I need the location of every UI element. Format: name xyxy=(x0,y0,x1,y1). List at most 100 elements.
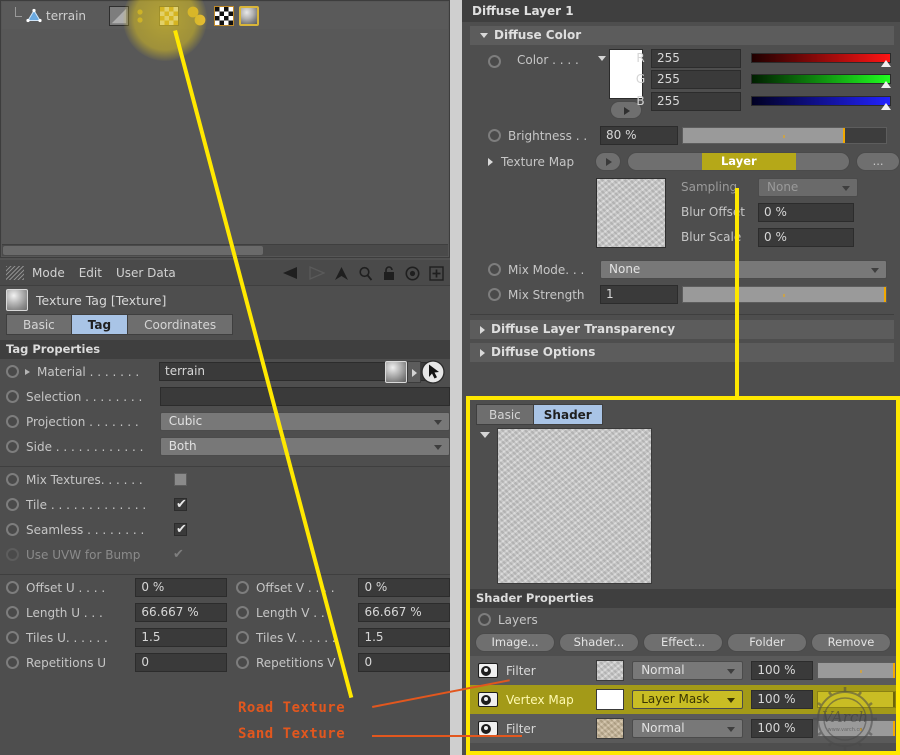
checkbox-seamless[interactable]: ✔ xyxy=(174,523,187,536)
layer-row[interactable]: Filter Normal 100 % xyxy=(470,656,896,685)
record-icon[interactable] xyxy=(405,266,420,281)
field-brightness[interactable]: 80 % xyxy=(600,126,678,145)
layer-swatch[interactable] xyxy=(596,718,624,739)
slider-brightness[interactable] xyxy=(682,127,887,144)
tab-coordinates[interactable]: Coordinates xyxy=(127,314,233,335)
animate-dot-repetitions-u[interactable] xyxy=(6,656,19,669)
shader-button[interactable]: Shader... xyxy=(559,633,639,652)
tag-spheres[interactable] xyxy=(185,2,209,29)
slider-knob[interactable] xyxy=(881,81,891,88)
texture-map-menu-button[interactable] xyxy=(595,152,621,171)
checkbox-tile[interactable]: ✔ xyxy=(174,498,187,511)
tag-checker-yellow[interactable] xyxy=(159,2,179,29)
field-offset-v[interactable]: 0 % xyxy=(358,578,450,597)
menu-mode[interactable]: Mode xyxy=(32,266,65,280)
animate-dot-material[interactable] xyxy=(6,365,19,378)
menu-edit[interactable]: Edit xyxy=(79,266,102,280)
tab-shader[interactable]: Shader xyxy=(533,404,603,425)
visibility-eye-icon[interactable] xyxy=(478,692,498,707)
remove-button[interactable]: Remove xyxy=(811,633,891,652)
animate-dot-mix-textures[interactable] xyxy=(6,473,19,486)
slider-channel-b[interactable] xyxy=(751,96,891,106)
field-repetitions-u[interactable]: 0 xyxy=(135,653,227,672)
layer-swatch[interactable] xyxy=(596,689,624,710)
animate-dot-tiles-u[interactable] xyxy=(6,631,19,644)
layer-opacity-slider[interactable] xyxy=(817,662,896,679)
texture-map-field[interactable]: Layer xyxy=(627,152,850,171)
slider-handle[interactable] xyxy=(893,663,895,678)
layer-opacity-slider[interactable] xyxy=(817,691,896,708)
slider-channel-g[interactable] xyxy=(751,74,891,84)
section-diffuse-options[interactable]: Diffuse Options xyxy=(470,343,894,362)
animate-dot-tile[interactable] xyxy=(6,498,19,511)
folder-button[interactable]: Folder xyxy=(727,633,807,652)
material-menu-button[interactable] xyxy=(407,361,421,383)
field-mix-strength[interactable]: 1 xyxy=(600,285,678,304)
texture-preview-thumbnail[interactable] xyxy=(596,178,666,248)
diffuse-color-section-header[interactable]: Diffuse Color xyxy=(470,26,894,45)
shader-preview-thumbnail[interactable] xyxy=(497,428,652,584)
menu-user-data[interactable]: User Data xyxy=(116,266,176,280)
layer-opacity-slider[interactable] xyxy=(817,720,896,737)
layer-opacity-field[interactable]: 100 % xyxy=(751,661,812,680)
field-tiles-v[interactable]: 1.5 xyxy=(358,628,450,647)
search-icon[interactable] xyxy=(358,266,373,281)
chevron-down-icon[interactable] xyxy=(598,56,606,61)
image-button[interactable]: Image... xyxy=(475,633,555,652)
animate-dot-repetitions-v[interactable] xyxy=(236,656,249,669)
chevron-down-icon[interactable] xyxy=(480,432,490,438)
field-selection[interactable] xyxy=(160,387,450,406)
material-thumb-icon[interactable] xyxy=(385,361,407,383)
layer-opacity-field[interactable]: 100 % xyxy=(751,690,812,709)
animate-dot-offset-v[interactable] xyxy=(236,581,249,594)
tag-dots[interactable] xyxy=(135,2,145,29)
panel-divider[interactable] xyxy=(450,0,462,755)
lock-icon[interactable] xyxy=(382,266,396,281)
combo-projection[interactable]: Cubic xyxy=(160,412,450,431)
visibility-eye-icon[interactable] xyxy=(478,663,498,678)
field-repetitions-v[interactable]: 0 xyxy=(358,653,450,672)
layer-row[interactable]: Vertex Map Layer Mask 100 % xyxy=(470,685,896,714)
layer-opacity-field[interactable]: 100 % xyxy=(751,719,812,738)
field-blur-scale[interactable]: 0 % xyxy=(758,228,854,247)
expand-arrow-icon[interactable] xyxy=(25,369,30,375)
animate-dot-tiles-v[interactable] xyxy=(236,631,249,644)
slider-handle[interactable] xyxy=(884,287,886,302)
slider-channel-r[interactable] xyxy=(751,53,891,63)
effect-button[interactable]: Effect... xyxy=(643,633,723,652)
animate-dot-projection[interactable] xyxy=(6,415,19,428)
field-length-u[interactable]: 66.667 % xyxy=(135,603,227,622)
slider-mix-strength[interactable] xyxy=(682,286,887,303)
checkbox-mix-textures[interactable] xyxy=(174,473,187,486)
animate-dot-brightness[interactable] xyxy=(488,129,501,142)
texture-map-browse-button[interactable]: ... xyxy=(856,152,900,171)
chevron-right-icon[interactable] xyxy=(488,158,493,166)
add-icon[interactable] xyxy=(429,266,444,281)
visibility-eye-icon[interactable] xyxy=(478,721,498,736)
animate-dot-length-u[interactable] xyxy=(6,606,19,619)
tag-material-sphere[interactable] xyxy=(239,2,259,29)
layer-blend-mode[interactable]: Normal xyxy=(632,719,743,738)
pick-cursor-icon[interactable] xyxy=(421,360,445,384)
animate-dot-selection[interactable] xyxy=(6,390,19,403)
tag-shading[interactable] xyxy=(109,2,129,29)
field-length-v[interactable]: 66.667 % xyxy=(358,603,450,622)
scrollbar-thumb[interactable] xyxy=(3,246,263,255)
tab-tag[interactable]: Tag xyxy=(71,314,127,335)
back-arrow-icon[interactable] xyxy=(282,266,299,280)
section-diffuse-layer-transparency[interactable]: Diffuse Layer Transparency xyxy=(470,320,894,339)
layer-row[interactable]: Filter Normal 100 % xyxy=(470,714,896,743)
animate-dot-layers[interactable] xyxy=(478,613,491,626)
forward-arrow-icon[interactable] xyxy=(308,266,325,280)
field-channel-r[interactable]: 255 xyxy=(651,49,741,68)
field-blur-offset[interactable]: 0 % xyxy=(758,203,854,222)
animate-dot-seamless[interactable] xyxy=(6,523,19,536)
combo-side[interactable]: Both xyxy=(160,437,450,456)
field-channel-g[interactable]: 255 xyxy=(651,70,741,89)
layer-blend-mode[interactable]: Normal xyxy=(632,661,743,680)
combo-mix-mode[interactable]: None xyxy=(600,260,887,279)
tab-basic-shader[interactable]: Basic xyxy=(476,404,533,425)
field-offset-u[interactable]: 0 % xyxy=(135,578,227,597)
animate-dot-mix-mode[interactable] xyxy=(488,263,501,276)
field-tiles-u[interactable]: 1.5 xyxy=(135,628,227,647)
